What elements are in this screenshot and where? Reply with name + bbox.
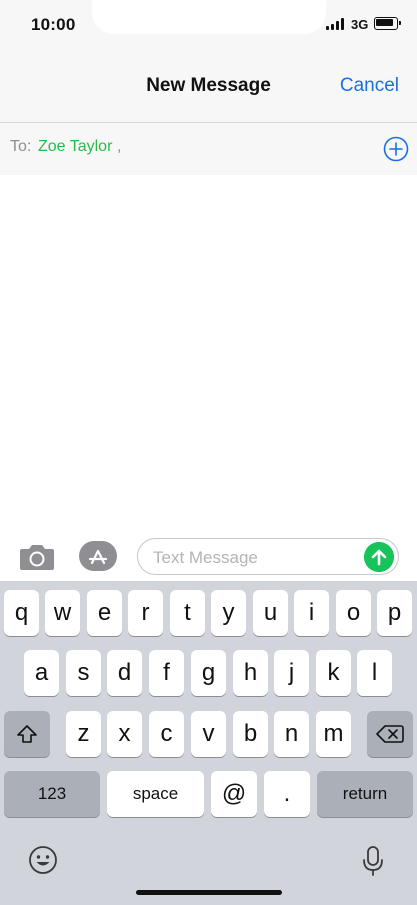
- key-k[interactable]: k: [316, 650, 351, 696]
- key-w[interactable]: w: [45, 590, 80, 636]
- key-y[interactable]: y: [211, 590, 246, 636]
- to-label: To:: [10, 138, 32, 155]
- cancel-button[interactable]: Cancel: [340, 75, 399, 97]
- message-placeholder: Text Message: [153, 548, 258, 567]
- shift-key[interactable]: [4, 711, 50, 757]
- key-s[interactable]: s: [66, 650, 101, 696]
- key-h[interactable]: h: [233, 650, 268, 696]
- key-g[interactable]: g: [191, 650, 226, 696]
- send-arrow-icon[interactable]: [364, 542, 394, 572]
- app-store-icon[interactable]: [78, 540, 118, 572]
- key-q[interactable]: q: [4, 590, 39, 636]
- delete-key[interactable]: [367, 711, 413, 757]
- camera-icon[interactable]: [18, 540, 56, 572]
- microphone-icon[interactable]: [362, 845, 384, 877]
- home-indicator[interactable]: [136, 890, 282, 895]
- key-m[interactable]: m: [316, 711, 351, 757]
- add-contact-icon[interactable]: [383, 136, 409, 162]
- key-i[interactable]: i: [294, 590, 329, 636]
- signal-icon: [326, 18, 346, 30]
- key-l[interactable]: l: [357, 650, 392, 696]
- key-j[interactable]: j: [274, 650, 309, 696]
- numbers-key[interactable]: 123: [4, 771, 100, 817]
- shift-icon: [17, 725, 37, 743]
- network-type: 3G: [351, 17, 369, 32]
- key-z[interactable]: z: [66, 711, 101, 757]
- key-x[interactable]: x: [107, 711, 142, 757]
- key-d[interactable]: d: [107, 650, 142, 696]
- battery-icon: [374, 17, 401, 30]
- key-r[interactable]: r: [128, 590, 163, 636]
- to-field[interactable]: To: Zoe Taylor ,: [0, 123, 417, 175]
- key-c[interactable]: c: [149, 711, 184, 757]
- key-v[interactable]: v: [191, 711, 226, 757]
- message-input[interactable]: Text Message: [137, 538, 399, 575]
- key-u[interactable]: u: [253, 590, 288, 636]
- emoji-icon[interactable]: [28, 845, 58, 875]
- at-key[interactable]: @: [211, 771, 257, 817]
- key-o[interactable]: o: [336, 590, 371, 636]
- recipient-chip[interactable]: Zoe Taylor: [38, 138, 112, 156]
- recipient-separator: ,: [117, 138, 122, 155]
- key-b[interactable]: b: [233, 711, 268, 757]
- status-bar: 10:00 3G: [0, 0, 417, 50]
- return-key[interactable]: return: [317, 771, 413, 817]
- notch: [92, 0, 326, 34]
- key-f[interactable]: f: [149, 650, 184, 696]
- space-key[interactable]: space: [107, 771, 204, 817]
- backspace-icon: [376, 725, 404, 743]
- dot-key[interactable]: .: [264, 771, 310, 817]
- status-time: 10:00: [31, 15, 76, 34]
- key-e[interactable]: e: [87, 590, 122, 636]
- nav-bar: New Message Cancel: [0, 50, 417, 123]
- keyboard: q w e r t y u i o p a s d f g h j k l z …: [0, 581, 417, 905]
- key-t[interactable]: t: [170, 590, 205, 636]
- key-a[interactable]: a: [24, 650, 59, 696]
- key-n[interactable]: n: [274, 711, 309, 757]
- key-p[interactable]: p: [377, 590, 412, 636]
